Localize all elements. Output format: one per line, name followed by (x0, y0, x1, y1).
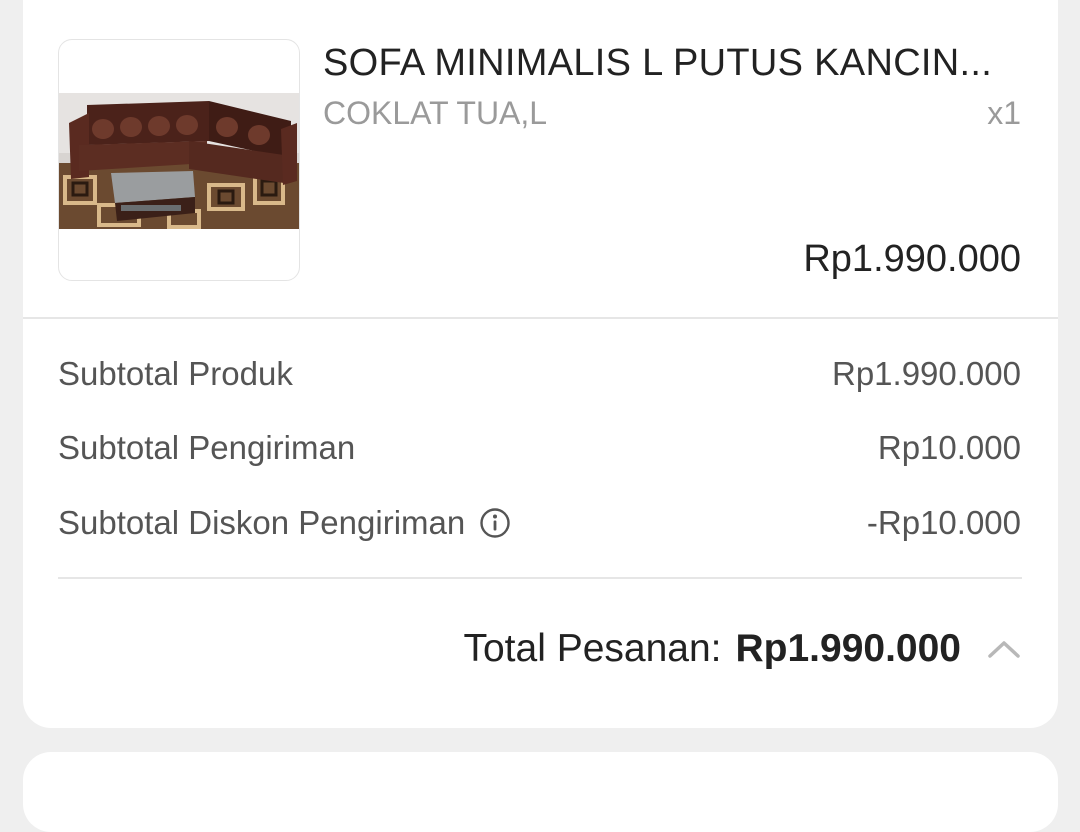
product-thumbnail[interactable] (58, 39, 300, 281)
summary-value: Rp1.990.000 (832, 355, 1021, 392)
summary-label: Subtotal Pengiriman (58, 429, 356, 466)
summary-value: Rp10.000 (877, 429, 1021, 466)
summary-row-subtotal-pengiriman: Subtotal Pengiriman Rp10.000 (58, 426, 1021, 470)
product-name[interactable]: SOFA MINIMALIS L PUTUS KANCIN... (323, 40, 1023, 86)
next-section-card (23, 752, 1058, 832)
total-label: Total Pesanan: (463, 627, 722, 670)
summary-label-wrap: Subtotal Diskon Pengiriman (58, 504, 511, 542)
summary-label: Subtotal Produk (58, 355, 293, 392)
product-price: Rp1.990.000 (803, 238, 1021, 280)
product-quantity: x1 (987, 95, 1021, 131)
summary-label: Subtotal Diskon Pengiriman (58, 504, 466, 541)
chevron-up-icon[interactable] (987, 637, 1021, 661)
summary-row-subtotal-produk: Subtotal Produk Rp1.990.000 (58, 352, 1021, 396)
product-variant: COKLAT TUA,L (323, 95, 548, 131)
sofa-product-image (59, 93, 299, 229)
summary-value: -Rp10.000 (866, 504, 1021, 541)
summary-row-diskon-pengiriman: Subtotal Diskon Pengiriman -Rp10.000 (58, 501, 1021, 545)
section-divider (23, 317, 1058, 319)
summary-divider (58, 577, 1022, 579)
order-total[interactable]: Total Pesanan: Rp1.990.000 (463, 622, 1021, 676)
total-value: Rp1.990.000 (735, 627, 962, 670)
info-icon[interactable] (479, 507, 511, 539)
